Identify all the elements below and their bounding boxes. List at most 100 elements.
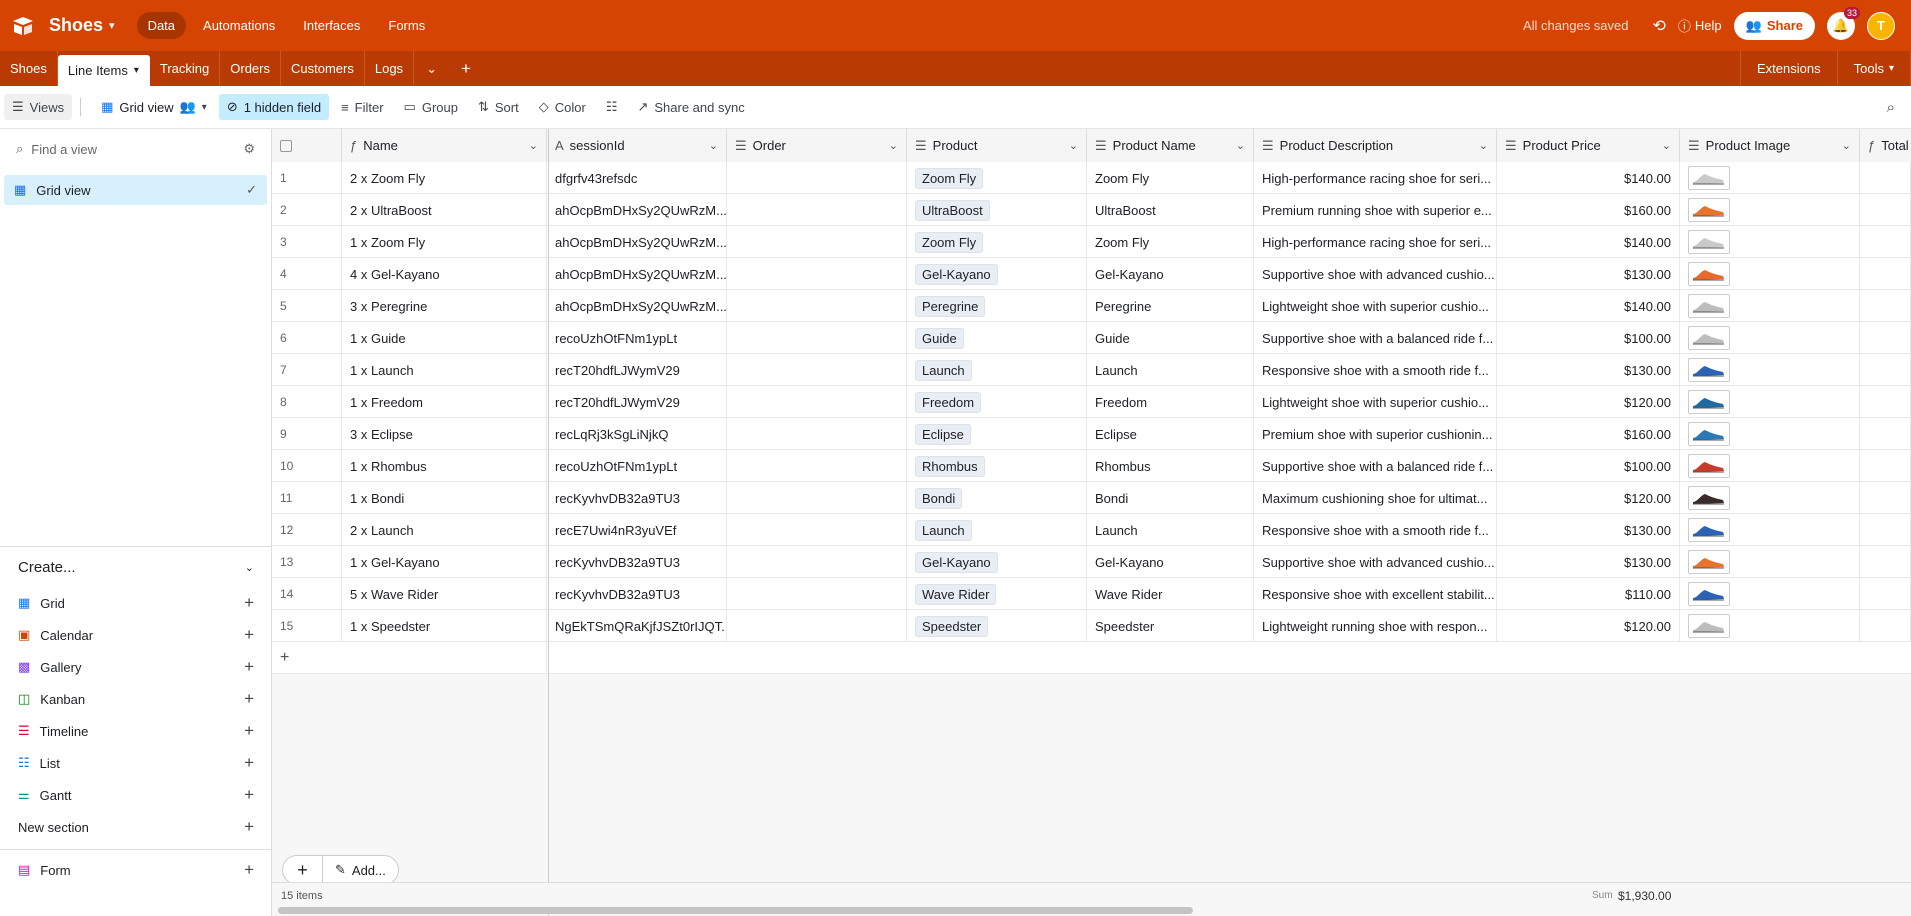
chevron-down-icon[interactable]: ⌄	[1662, 139, 1671, 152]
cell-product-description[interactable]: Responsive shoe with excellent stabilit.…	[1254, 578, 1497, 610]
cell-total[interactable]	[1860, 418, 1911, 450]
chevron-down-icon[interactable]: ⌄	[1479, 139, 1488, 152]
cell-product-price[interactable]: $100.00	[1497, 322, 1680, 354]
cell-product[interactable]: Launch	[907, 514, 1087, 546]
cell-name[interactable]: 1 x Zoom Fly	[342, 226, 547, 258]
cell-product[interactable]: Gel-Kayano	[907, 258, 1087, 290]
table-row[interactable]: 44 x Gel-Kayano ahOcpBmDHxSy2QUwRzM... Gel…	[272, 258, 1911, 290]
cell-total[interactable]	[1860, 546, 1911, 578]
cell-product-image[interactable]	[1680, 162, 1860, 194]
cell-product-name[interactable]: Freedom	[1087, 386, 1254, 418]
cell-product-price[interactable]: $130.00	[1497, 354, 1680, 386]
create-gantt[interactable]: ⚌ Gantt +	[0, 779, 272, 811]
cell-product-name[interactable]: Rhombus	[1087, 450, 1254, 482]
cell-order[interactable]	[727, 450, 907, 482]
linked-record-pill[interactable]: Speedster	[915, 615, 989, 637]
linked-record-pill[interactable]: Zoom Fly	[915, 231, 984, 253]
cell-product-price[interactable]: $120.00	[1497, 610, 1680, 642]
shoe-image-thumbnail[interactable]	[1688, 486, 1730, 510]
create-gallery[interactable]: ▩ Gallery +	[0, 651, 272, 683]
cell-order[interactable]	[727, 290, 907, 322]
column-header-sessionid[interactable]: AsessionId ⌄	[547, 129, 727, 162]
nav-tab-automations[interactable]: Automations	[192, 12, 286, 39]
column-header-product-description[interactable]: ☰ Product Description ⌄	[1254, 129, 1497, 162]
table-row[interactable]: 15 1 x Speedster NgEkTSmQRaKjfJSZt0rIJQT..…	[272, 610, 1911, 642]
hide-fields-button[interactable]: ⊘ 1 hidden field	[218, 94, 330, 120]
linked-record-pill[interactable]: Zoom Fly	[915, 167, 984, 189]
cell-product[interactable]: Guide	[907, 322, 1087, 354]
cell-product-image[interactable]	[1680, 578, 1860, 610]
cell-order[interactable]	[727, 322, 907, 354]
cell-product-image[interactable]	[1680, 418, 1860, 450]
cell-product-description[interactable]: Lightweight running shoe with respon...	[1254, 610, 1497, 642]
cell-sessionid[interactable]: ahOcpBmDHxSy2QUwRzM...	[547, 290, 727, 322]
cell-product-name[interactable]: Wave Rider	[1087, 578, 1254, 610]
cell-product-image[interactable]	[1680, 450, 1860, 482]
cell-product-price[interactable]: $160.00	[1497, 418, 1680, 450]
shoe-image-thumbnail[interactable]	[1688, 614, 1730, 638]
table-row[interactable]: 81 x Freedom recT20hdfLJWymV29 Freedom Free…	[272, 386, 1911, 418]
history-icon[interactable]: ⟲	[1653, 16, 1666, 36]
shoe-image-thumbnail[interactable]	[1688, 166, 1730, 190]
cell-product-name[interactable]: Guide	[1087, 322, 1254, 354]
cell-product-price[interactable]: $130.00	[1497, 258, 1680, 290]
cell-order[interactable]	[727, 258, 907, 290]
cell-sessionid[interactable]: recoUzhOtFNm1ypLt	[547, 322, 727, 354]
shoe-image-thumbnail[interactable]	[1688, 262, 1730, 286]
cell-product-price[interactable]: $140.00	[1497, 290, 1680, 322]
create-calendar[interactable]: ▣ Calendar +	[0, 619, 272, 651]
cell-product-price[interactable]: $140.00	[1497, 162, 1680, 194]
color-button[interactable]: ◇ Color	[531, 94, 594, 120]
table-tab-logs[interactable]: Logs	[365, 51, 415, 86]
cell-order[interactable]	[727, 418, 907, 450]
cell-sessionid[interactable]: recKyvhvDB32a9TU3	[547, 578, 727, 610]
nav-tab-data[interactable]: Data	[136, 12, 187, 39]
cell-product[interactable]: Zoom Fly	[907, 162, 1087, 194]
cell-product-name[interactable]: Gel-Kayano	[1087, 258, 1254, 290]
shoe-image-thumbnail[interactable]	[1688, 518, 1730, 542]
cell-name[interactable]: 1 x Rhombus	[342, 450, 547, 482]
cell-name[interactable]: 4 x Gel-Kayano	[342, 258, 547, 290]
cell-product-price[interactable]: $110.00	[1497, 578, 1680, 610]
cell-product-image[interactable]	[1680, 482, 1860, 514]
linked-record-pill[interactable]: Gel-Kayano	[915, 551, 998, 573]
cell-sessionid[interactable]: recKyvhvDB32a9TU3	[547, 546, 727, 578]
shoe-image-thumbnail[interactable]	[1688, 198, 1730, 222]
chevron-down-icon[interactable]: ▾	[109, 19, 115, 32]
cell-order[interactable]	[727, 226, 907, 258]
avatar[interactable]: T	[1867, 11, 1895, 40]
cell-product-description[interactable]: High-performance racing shoe for seri...	[1254, 226, 1497, 258]
cell-order[interactable]	[727, 610, 907, 642]
find-view-search[interactable]: ⌕ Find a view ⚙	[0, 129, 271, 169]
add-row[interactable]: +	[272, 642, 1911, 674]
base-name[interactable]: Shoes	[49, 15, 103, 36]
create-grid[interactable]: ▦ Grid +	[0, 587, 272, 619]
linked-record-pill[interactable]: Wave Rider	[915, 583, 997, 605]
table-row[interactable]: 14 5 x Wave Rider recKyvhvDB32a9TU3 Wave Ri…	[272, 578, 1911, 610]
table-row[interactable]: 53 x Peregrine ahOcpBmDHxSy2QUwRzM... Pere…	[272, 290, 1911, 322]
table-row[interactable]: 71 x Launch recT20hdfLJWymV29 Launch Launch…	[272, 354, 1911, 386]
cell-product[interactable]: Wave Rider	[907, 578, 1087, 610]
cell-name[interactable]: 1 x Freedom	[342, 386, 547, 418]
add-table-plus-icon[interactable]: +	[449, 51, 483, 86]
cell-sessionid[interactable]: ahOcpBmDHxSy2QUwRzM...	[547, 258, 727, 290]
cell-product-description[interactable]: Supportive shoe with advanced cushio...	[1254, 258, 1497, 290]
shoe-image-thumbnail[interactable]	[1688, 454, 1730, 478]
cell-sessionid[interactable]: ahOcpBmDHxSy2QUwRzM...	[547, 226, 727, 258]
shoe-image-thumbnail[interactable]	[1688, 230, 1730, 254]
shoe-image-thumbnail[interactable]	[1688, 294, 1730, 318]
cell-product-price[interactable]: $120.00	[1497, 386, 1680, 418]
cell-product-description[interactable]: Responsive shoe with a smooth ride f...	[1254, 354, 1497, 386]
shoe-image-thumbnail[interactable]	[1688, 550, 1730, 574]
table-tab-customers[interactable]: Customers	[281, 51, 365, 86]
chevron-down-icon[interactable]: ⌄	[1069, 139, 1078, 152]
shoe-image-thumbnail[interactable]	[1688, 582, 1730, 606]
column-header-product[interactable]: ☰ Product ⌄	[907, 129, 1087, 162]
table-row[interactable]: 22 x UltraBoost ahOcpBmDHxSy2QUwRzM... Ult…	[272, 194, 1911, 226]
nav-tab-interfaces[interactable]: Interfaces	[292, 12, 371, 39]
cell-name[interactable]: 1 x Guide	[342, 322, 547, 354]
cell-product-image[interactable]	[1680, 386, 1860, 418]
linked-record-pill[interactable]: Bondi	[915, 487, 963, 509]
table-row[interactable]: 12 x Zoom Fly dfgrfv43refsdc Zoom Fly Zoom …	[272, 162, 1911, 194]
cell-name[interactable]: 1 x Gel-Kayano	[342, 546, 547, 578]
